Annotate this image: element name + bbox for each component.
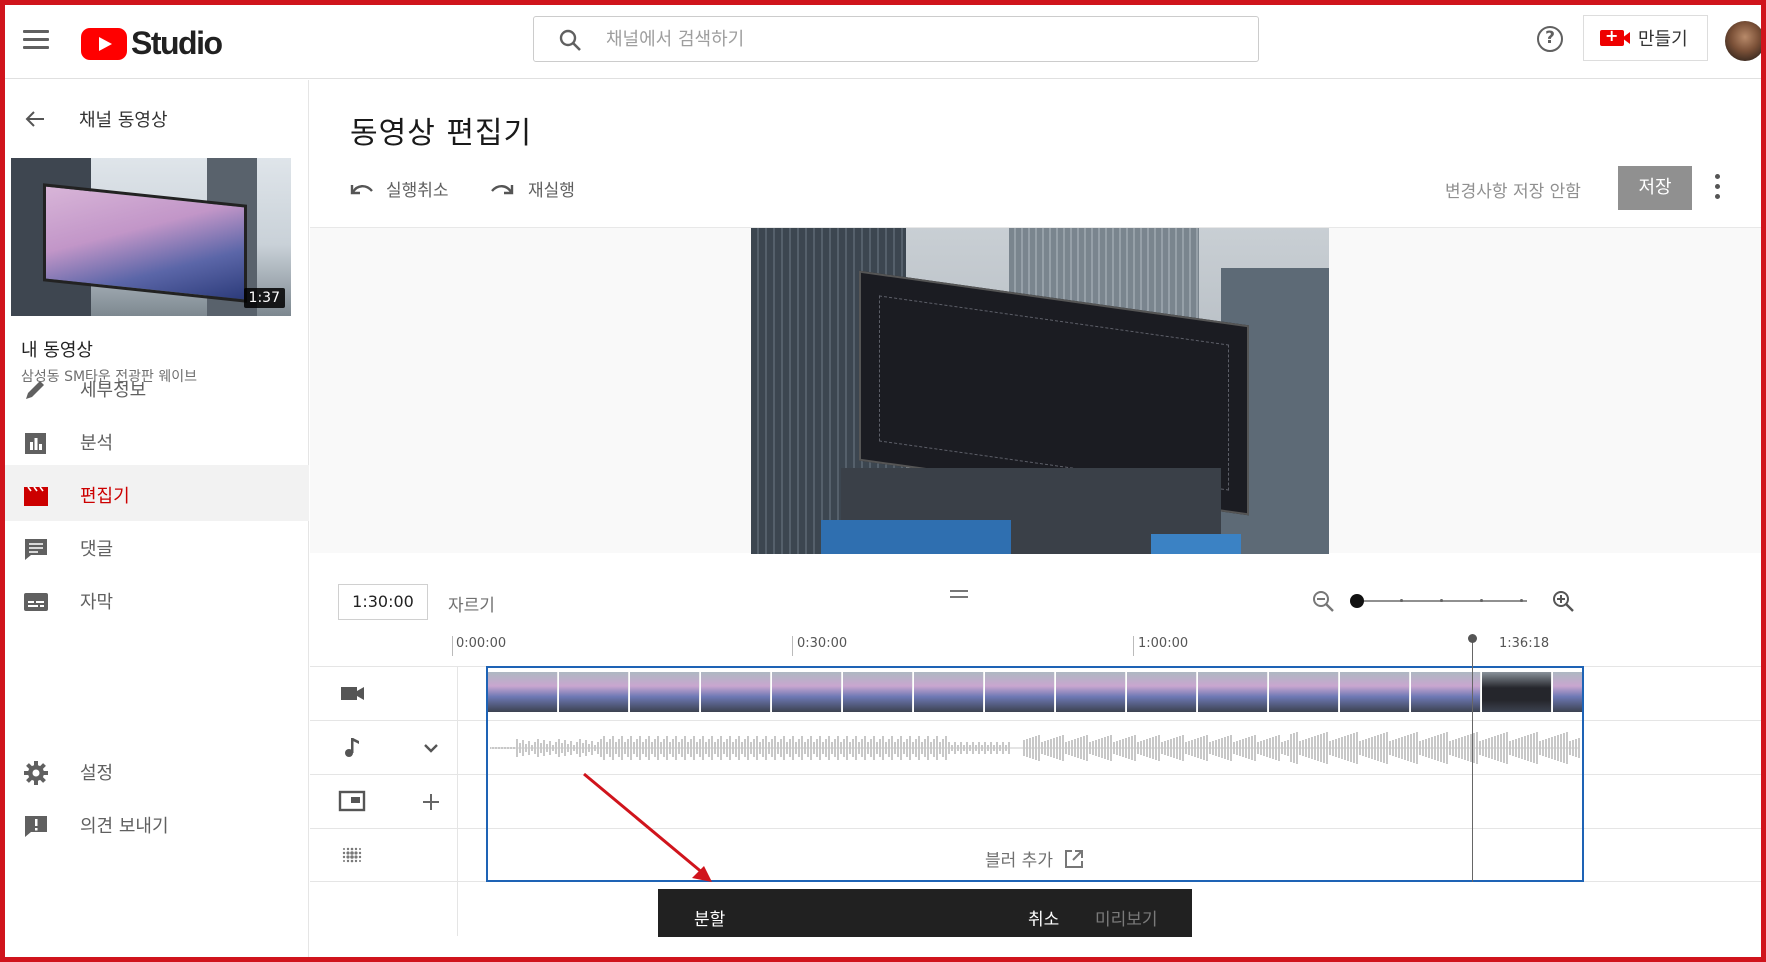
trim-button[interactable]: 자르기 xyxy=(448,591,495,616)
sidebar-item-analytics[interactable]: 분석 xyxy=(5,412,309,472)
video-thumbnail[interactable]: 1:37 xyxy=(11,158,291,316)
create-label: 만들기 xyxy=(1638,29,1688,50)
back-to-channel-videos[interactable]: 채널 동영상 xyxy=(23,106,168,132)
zoom-slider-step xyxy=(1480,599,1483,602)
redo-icon xyxy=(491,184,514,194)
ruler-tick xyxy=(1133,636,1134,656)
back-label: 채널 동영상 xyxy=(79,110,168,131)
help-icon[interactable]: ? xyxy=(1537,26,1563,52)
zoom-slider-step xyxy=(1400,599,1403,602)
video-camera-plus-icon xyxy=(1600,26,1630,46)
resize-handle-icon[interactable] xyxy=(950,590,968,598)
ruler-label: 0:30:00 xyxy=(797,636,848,651)
sidebar-item-label: 편집기 xyxy=(80,486,130,507)
youtube-logo-icon xyxy=(81,27,127,60)
ruler-label: 1:00:00 xyxy=(1138,636,1189,651)
editor-main: 동영상 편집기 실행취소 재실행 변경사항 저장 안함 저장 1:30:00 자… xyxy=(310,80,1761,957)
pencil-icon xyxy=(26,381,44,399)
youtube-studio-logo[interactable]: Studio xyxy=(81,25,223,62)
sidebar-item-label: 분석 xyxy=(80,433,114,454)
video-duration: 1:37 xyxy=(243,288,285,308)
playhead[interactable] xyxy=(1468,634,1477,882)
ruler-tick xyxy=(792,636,793,656)
create-button[interactable]: 만들기 xyxy=(1583,15,1708,61)
top-bar: Studio ? 만들기 xyxy=(5,5,1765,79)
back-arrow-icon xyxy=(25,111,44,127)
sidebar-item-label: 세부정보 xyxy=(80,380,147,401)
ruler-tick xyxy=(452,636,453,656)
subtitles-icon xyxy=(24,593,48,611)
feedback-icon xyxy=(25,816,47,837)
add-blur-button[interactable]: 블러 추가 xyxy=(985,846,1085,871)
search-input[interactable] xyxy=(606,23,1206,55)
clapperboard-icon xyxy=(24,486,48,506)
add-blur-label: 블러 추가 xyxy=(985,851,1053,871)
timecode-display[interactable]: 1:30:00 xyxy=(338,584,428,620)
sidebar-item-settings[interactable]: 설정 xyxy=(5,742,309,802)
search-icon xyxy=(559,29,581,51)
zoom-out-icon[interactable] xyxy=(1312,590,1334,612)
track-label-column xyxy=(310,666,458,936)
gear-icon xyxy=(24,761,48,785)
ruler-label: 0:00:00 xyxy=(456,636,507,651)
sidebar-item-editor[interactable]: 편집기 xyxy=(5,465,309,521)
app-name: Studio xyxy=(131,25,223,61)
undo-icon xyxy=(350,184,373,194)
zoom-slider-step xyxy=(1520,599,1523,602)
zoom-in-icon[interactable] xyxy=(1552,590,1574,612)
split-label: 분할 xyxy=(694,910,726,930)
comment-icon xyxy=(25,539,47,560)
open-in-new-icon xyxy=(1064,849,1083,868)
search-box[interactable] xyxy=(533,16,1259,62)
sidebar-item-label: 의견 보내기 xyxy=(80,816,169,837)
save-button[interactable]: 저장 xyxy=(1618,166,1692,210)
split-toolbar: 분할 취소 미리보기 xyxy=(658,889,1192,937)
zoom-slider-handle[interactable] xyxy=(1350,594,1364,608)
page-title: 동영상 편집기 xyxy=(350,116,533,151)
annotation-arrow-icon xyxy=(583,772,712,882)
avatar[interactable] xyxy=(1725,21,1765,61)
sidebar-item-label: 댓글 xyxy=(80,539,114,560)
analytics-icon xyxy=(25,433,46,454)
undo-label: 실행취소 xyxy=(386,181,449,201)
sidebar-item-comments[interactable]: 댓글 xyxy=(5,518,309,578)
preview-button[interactable]: 미리보기 xyxy=(1095,905,1158,930)
undo-button[interactable]: 실행취소 xyxy=(348,176,449,201)
sidebar-item-feedback[interactable]: 의견 보내기 xyxy=(5,795,309,855)
video-preview-area xyxy=(310,227,1761,554)
sidebar: 채널 동영상 1:37 내 동영상 삼성동 SM타운 전광판 웨이브 세부정보 … xyxy=(5,80,309,957)
zoom-slider-step xyxy=(1440,599,1443,602)
redo-button[interactable]: 재실행 xyxy=(490,176,575,201)
sidebar-item-details[interactable]: 세부정보 xyxy=(5,359,309,419)
cancel-button[interactable]: 취소 xyxy=(1028,905,1059,930)
video-preview[interactable] xyxy=(751,228,1329,554)
ruler-label: 1:36:18 xyxy=(1499,636,1550,651)
sidebar-item-label: 자막 xyxy=(80,592,114,613)
menu-icon[interactable] xyxy=(23,30,49,50)
redo-label: 재실행 xyxy=(528,181,575,201)
sidebar-item-subtitles[interactable]: 자막 xyxy=(5,571,309,631)
more-options-icon[interactable] xyxy=(1715,174,1721,200)
discard-changes-button[interactable]: 변경사항 저장 안함 xyxy=(1445,177,1581,202)
sidebar-item-label: 설정 xyxy=(80,763,114,784)
